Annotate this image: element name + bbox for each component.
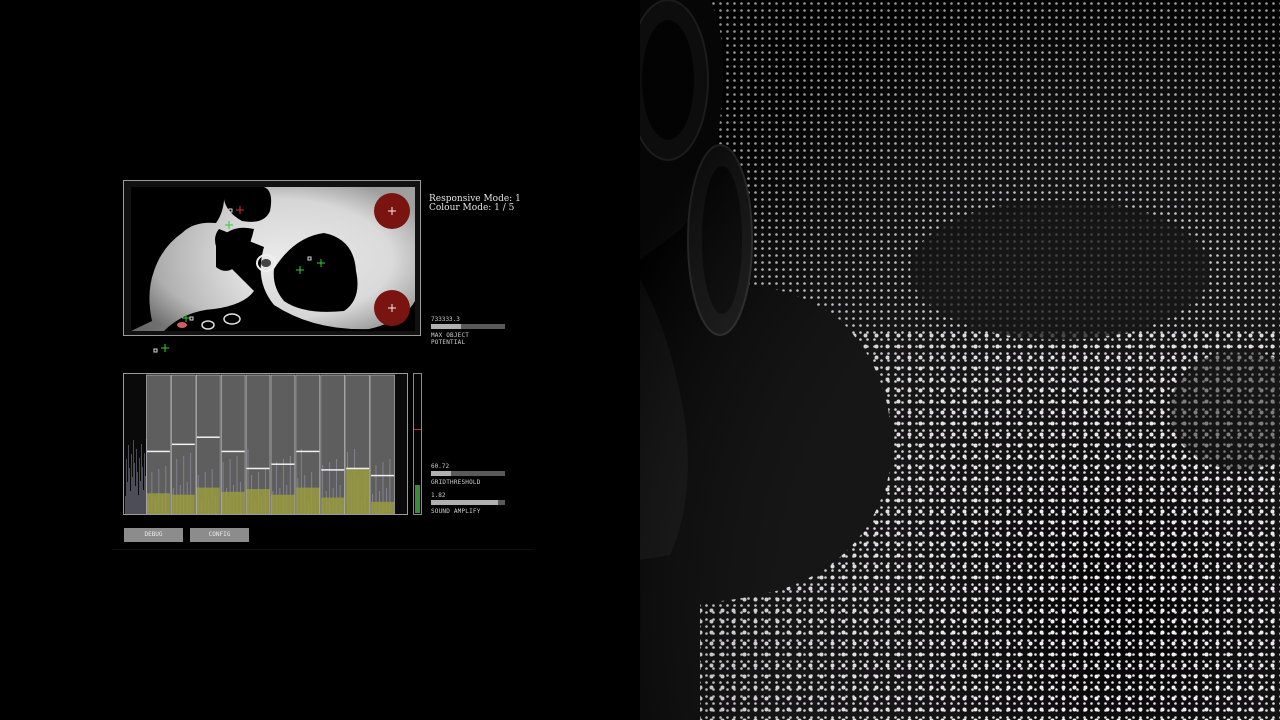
potential-field-view[interactable]: [123, 180, 421, 336]
level-meter-peak: [414, 429, 421, 430]
slider-fill: [431, 500, 498, 505]
slider-label: MAX OBJECT POTENTIAL: [431, 332, 470, 346]
sound-level: [321, 497, 345, 514]
threshold-line[interactable]: [147, 450, 170, 453]
sound-grid[interactable]: [123, 373, 408, 515]
spectrum-line: [138, 495, 139, 514]
sound-level: [346, 469, 370, 514]
threshold-line[interactable]: [246, 467, 270, 470]
mode-status: Responsive Mode: 1 Colour Mode: 1 / 5: [429, 195, 521, 213]
sound-level: [171, 494, 195, 514]
spectrum-line: [135, 486, 136, 514]
slider-label: SOUND AMPLIFY: [431, 508, 481, 515]
slider-value: 60.72: [431, 463, 450, 470]
spectrum-line: [140, 481, 141, 514]
sound-level: [246, 489, 270, 514]
sound-level: [221, 491, 245, 514]
slider-fill: [431, 324, 461, 329]
slider-fill: [431, 471, 451, 476]
spectrum-line: [144, 453, 145, 514]
spectrum-line: [130, 491, 131, 514]
threshold-line[interactable]: [196, 436, 220, 438]
spectrum-line: [145, 476, 146, 514]
spectrum-line: [126, 459, 127, 514]
led-wall-image: [640, 0, 1280, 720]
gridthreshold-slider[interactable]: 60.72 GRIDTHRESHOLD: [431, 463, 505, 486]
led-wall-photo: [640, 0, 1280, 720]
spectrum-line: [129, 468, 130, 514]
spectrum-line: [125, 496, 126, 514]
spectrum-line: [133, 440, 134, 514]
colour-mode-label: Colour Mode: 1 / 5: [429, 203, 515, 213]
slider-label: GRIDTHRESHOLD: [431, 479, 481, 486]
spectrum-line: [134, 463, 135, 514]
spectrum-line: [127, 482, 128, 514]
sound-level: [196, 487, 220, 514]
sound-level: [147, 493, 170, 514]
threshold-line[interactable]: [221, 450, 245, 453]
control-panel: Responsive Mode: 1 Colour Mode: 1 / 5 73…: [0, 0, 640, 720]
level-meter: [413, 373, 422, 515]
slider-value: 733333.3: [431, 316, 460, 323]
spectrum-line: [136, 449, 137, 514]
max-object-potential-slider[interactable]: 733333.3 MAX OBJECT POTENTIAL: [431, 316, 505, 346]
spectrum-line: [139, 458, 140, 514]
spectrum-line: [137, 472, 138, 514]
offscreen-marker: [153, 344, 169, 353]
sound-amplify-slider[interactable]: 1.82 SOUND AMPLIFY: [431, 492, 505, 515]
divider: [113, 549, 533, 550]
slider-track[interactable]: [431, 324, 505, 329]
threshold-line[interactable]: [346, 467, 370, 470]
attractor-top[interactable]: [374, 193, 410, 229]
slider-track[interactable]: [431, 471, 505, 476]
threshold-line[interactable]: [371, 474, 394, 477]
slider-value: 1.82: [431, 492, 446, 499]
sound-level: [296, 487, 320, 514]
level-meter-fill: [415, 485, 420, 513]
spectrum-line: [141, 444, 142, 514]
spectrum-line: [128, 445, 129, 514]
sound-grid-canvas: [125, 374, 395, 514]
spectrum-line: [143, 490, 144, 514]
config-button[interactable]: CONFIG: [190, 528, 249, 542]
spectrum-line: [131, 454, 132, 514]
threshold-line[interactable]: [171, 443, 195, 446]
threshold-line[interactable]: [296, 450, 320, 453]
debug-button[interactable]: DEBUG: [124, 528, 183, 542]
threshold-line[interactable]: [321, 469, 345, 471]
spectrum-line: [142, 467, 143, 514]
sound-level: [371, 501, 394, 514]
potential-field-canvas: [131, 187, 415, 331]
slider-track[interactable]: [431, 500, 505, 505]
threshold-line[interactable]: [271, 463, 295, 465]
spectrum-line: [132, 477, 133, 514]
sound-level: [271, 494, 295, 514]
attractor-bottom[interactable]: [374, 290, 410, 326]
